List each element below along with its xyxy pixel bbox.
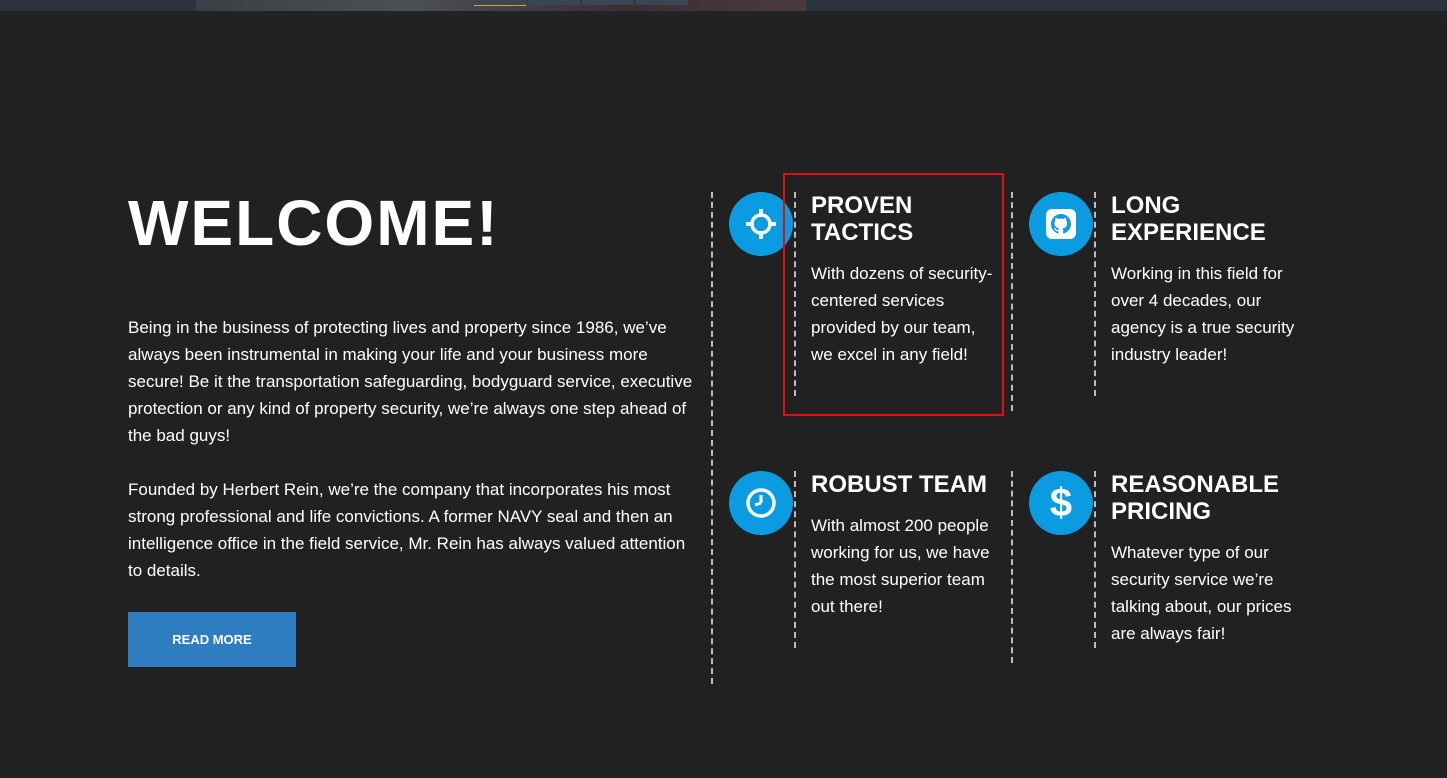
slider-tab-2[interactable]	[528, 0, 580, 5]
divider-middle-top	[1011, 192, 1013, 411]
divider-long-experience	[1094, 192, 1096, 396]
feature-title-line2: PRICING	[1111, 498, 1212, 525]
slider-tab-1[interactable]	[474, 0, 526, 6]
dollar-icon: $	[1029, 471, 1093, 535]
welcome-heading: WELCOME!	[128, 187, 500, 259]
header-slider-tabs	[474, 0, 688, 6]
header-bottom-band	[0, 11, 1447, 22]
read-more-button[interactable]: READ MORE	[128, 612, 296, 667]
divider-middle-bottom	[1011, 471, 1013, 663]
divider-reasonable-pricing	[1094, 471, 1096, 648]
feature-text-long-experience: Working in this field for over 4 decades…	[1111, 264, 1295, 364]
slider-tab-4[interactable]	[636, 0, 688, 5]
top-header-strip	[0, 0, 1447, 22]
feature-title-line1: LONG	[1111, 192, 1181, 219]
clock-icon	[729, 471, 793, 535]
feature-title-line1: ROBUST TEAM	[811, 471, 987, 498]
feature-title-reasonable-pricing: REASONABLE PRICING	[1111, 471, 1279, 525]
highlight-selection-box	[783, 173, 1004, 416]
feature-title-robust-team: ROBUST TEAM	[811, 471, 987, 498]
welcome-paragraph-2: Founded by Herbert Rein, we’re the compa…	[128, 480, 686, 580]
feature-text-robust-team: With almost 200 people working for us, w…	[811, 516, 990, 616]
github-icon	[1029, 192, 1093, 256]
divider-left	[711, 192, 713, 684]
slider-tab-3[interactable]	[582, 0, 634, 5]
welcome-paragraph-1: Being in the business of protecting live…	[128, 318, 693, 445]
feature-title-long-experience: LONG EXPERIENCE	[1111, 192, 1266, 246]
feature-title-line2: EXPERIENCE	[1111, 219, 1266, 246]
divider-robust-team	[794, 471, 796, 648]
feature-text-reasonable-pricing: Whatever type of our security service we…	[1111, 543, 1292, 643]
feature-title-line1: REASONABLE	[1111, 471, 1280, 498]
